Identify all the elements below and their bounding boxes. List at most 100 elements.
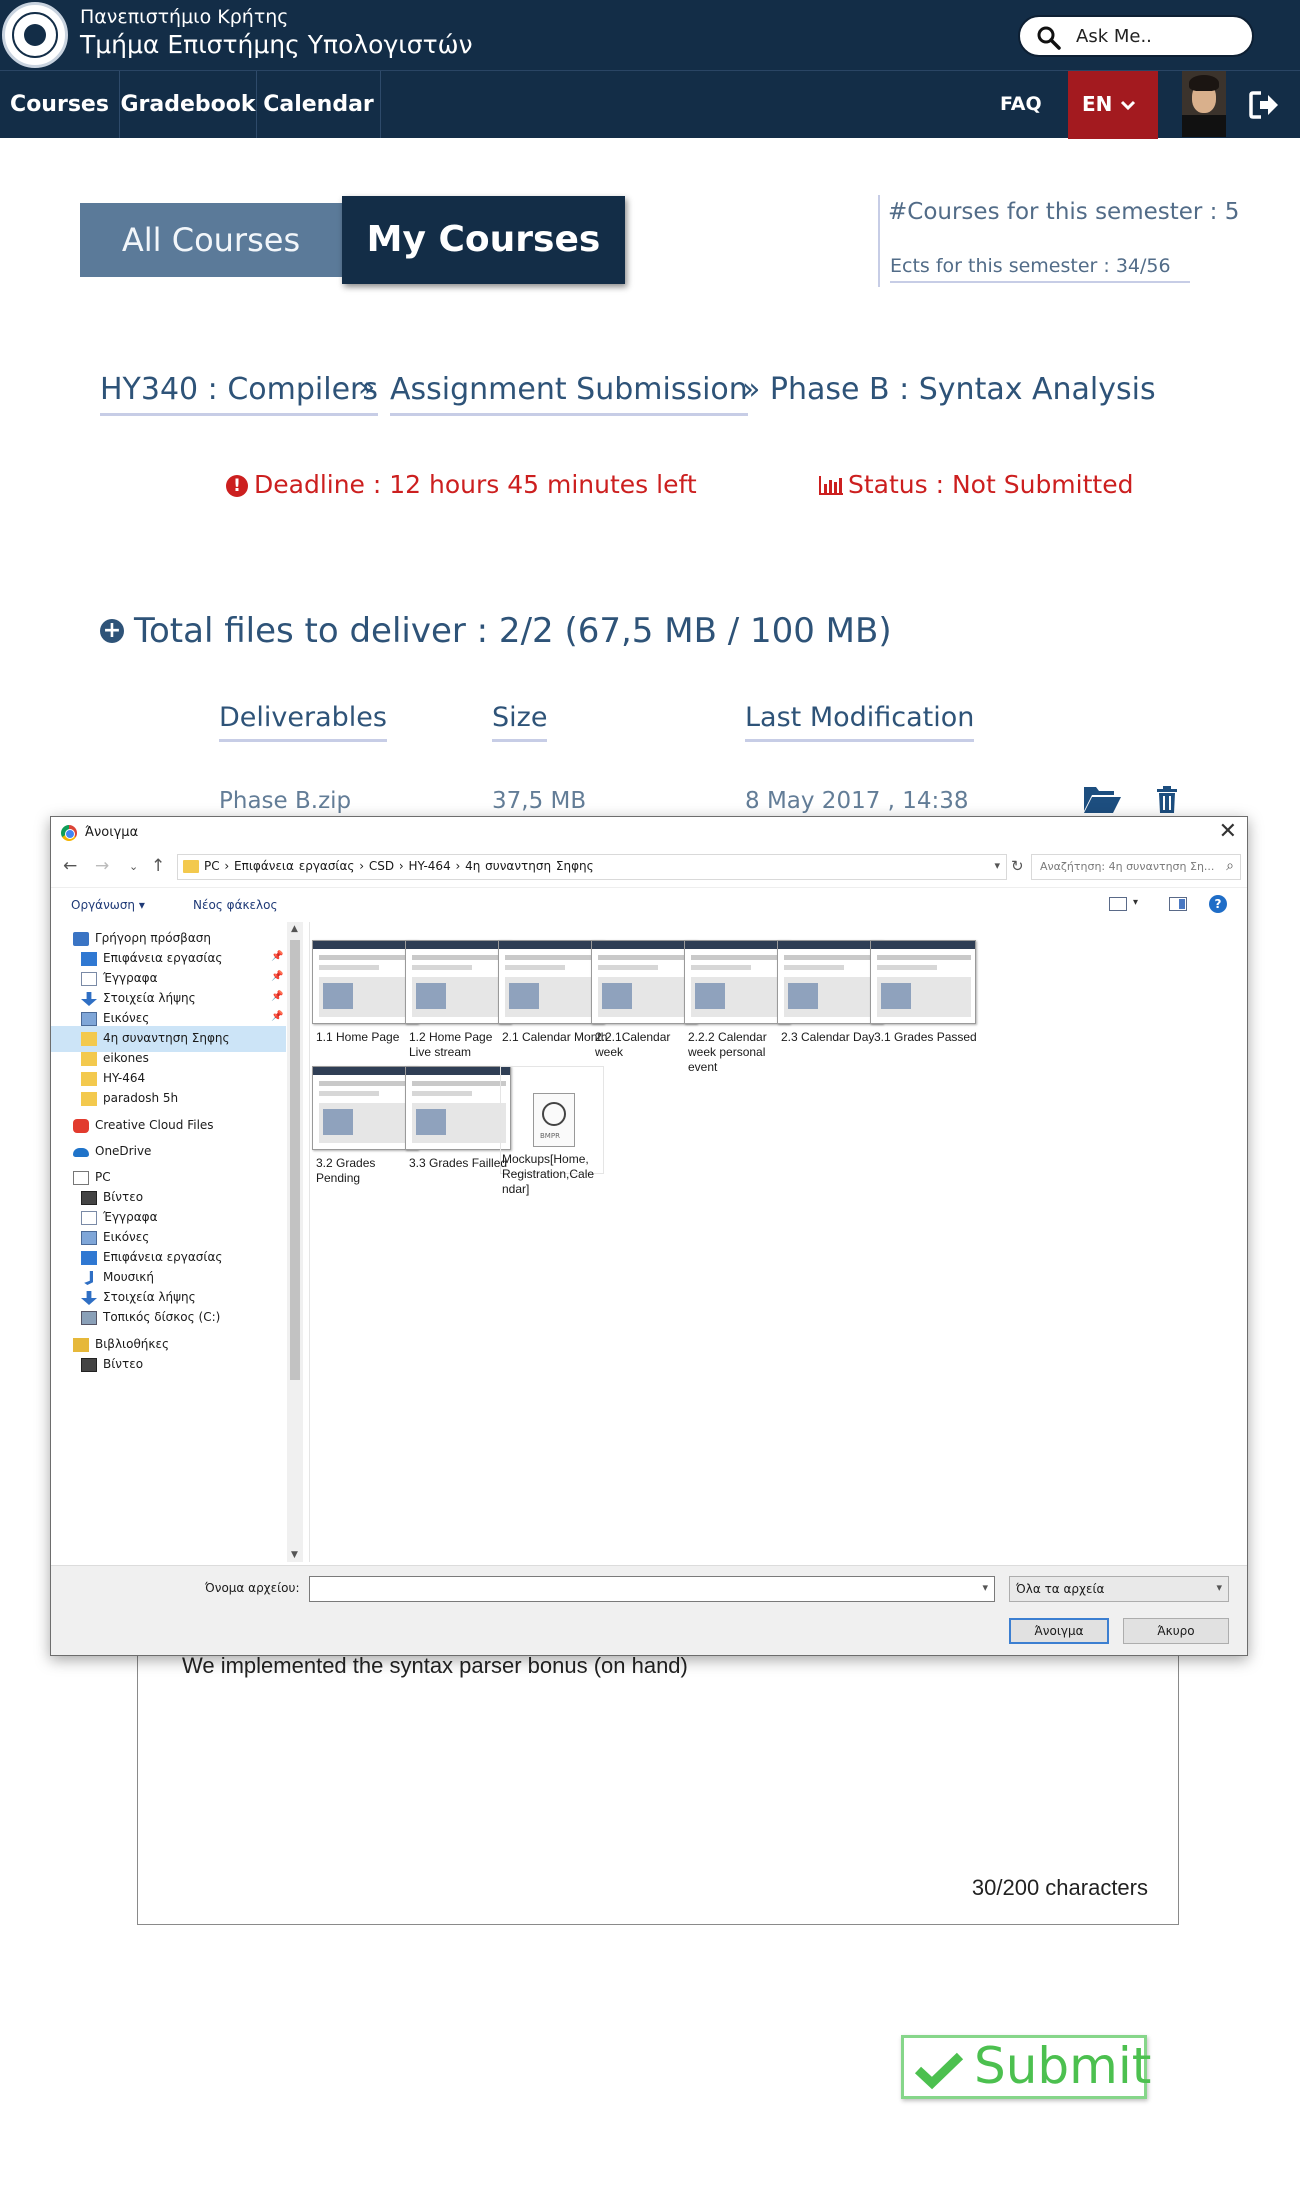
scroll-down-icon[interactable]: ▼ bbox=[291, 1550, 298, 1560]
nav-pane-scrollbar[interactable]: ▲ ▼ bbox=[287, 922, 303, 1562]
column-size[interactable]: Size bbox=[492, 702, 548, 742]
nav-pane-item-label: Εικόνες bbox=[103, 1011, 150, 1025]
submit-label: Submit bbox=[974, 2037, 1152, 2095]
open-folder-icon[interactable] bbox=[1082, 783, 1122, 815]
folder-icon bbox=[183, 860, 199, 873]
user-avatar[interactable] bbox=[1182, 71, 1226, 137]
nav-pane-item-label: Βίντεο bbox=[103, 1190, 144, 1204]
ects-count: Ects for this semester : 34/56 bbox=[890, 255, 1190, 283]
status-text: Status : Not Submitted bbox=[848, 470, 1134, 499]
submit-button[interactable]: Submit bbox=[901, 2035, 1151, 2099]
change-view-icon[interactable] bbox=[1109, 897, 1127, 911]
chevron-down-icon bbox=[1120, 100, 1136, 111]
filetype-select[interactable]: Όλα τα αρχεία ▾ bbox=[1009, 1576, 1229, 1602]
nav-pane-item[interactable]: paradosh 5h bbox=[51, 1086, 286, 1112]
breadcrumb-current-phase: » Phase B : Syntax Analysis bbox=[742, 372, 1156, 407]
file-thumbnail-label: 2.2.1Calendar week bbox=[595, 1030, 671, 1059]
recent-locations-chevron-icon[interactable]: ⌄ bbox=[129, 860, 138, 873]
language-dropdown[interactable]: EN bbox=[1068, 71, 1158, 139]
character-counter: 30/200 characters bbox=[971, 1875, 1148, 1900]
folder-icon bbox=[81, 1032, 97, 1046]
nav-pane-item-label: Στοιχεία λήψης bbox=[103, 1290, 196, 1304]
nav-calendar[interactable]: Calendar bbox=[257, 71, 381, 138]
scrollbar-thumb[interactable] bbox=[290, 940, 300, 1380]
folder-icon bbox=[81, 1092, 97, 1106]
language-label: EN bbox=[1082, 92, 1113, 116]
new-folder-button[interactable]: Νέος φάκελος bbox=[193, 898, 278, 912]
breadcrumb-separator: » bbox=[358, 370, 376, 403]
comments-text: We implemented the syntax parser bonus (… bbox=[182, 1653, 688, 1678]
trash-icon[interactable] bbox=[1156, 786, 1178, 814]
folder-icon bbox=[81, 1072, 97, 1086]
nav-pane-item[interactable]: Βίντεο bbox=[51, 1352, 286, 1378]
file-name: Phase B.zip bbox=[219, 788, 352, 814]
file-open-dialog[interactable]: Άνοιγμα ✕ ← → ⌄ ↑ PC › Επιφάνεια εργασία… bbox=[50, 816, 1248, 1656]
column-deliverables[interactable]: Deliverables bbox=[219, 702, 387, 742]
nav-pane-item[interactable]: Creative Cloud Files bbox=[51, 1113, 286, 1139]
videos-icon bbox=[81, 1191, 97, 1205]
exclamation-icon: ! bbox=[226, 475, 248, 497]
back-arrow-icon[interactable]: ← bbox=[63, 856, 77, 876]
scroll-up-icon[interactable]: ▲ bbox=[291, 924, 298, 934]
help-icon[interactable]: ? bbox=[1209, 895, 1227, 913]
address-bar[interactable]: PC › Επιφάνεια εργασίας › CSD › HY-464 ›… bbox=[177, 854, 1007, 880]
forward-arrow-icon[interactable]: → bbox=[95, 856, 109, 876]
documents-icon bbox=[81, 972, 97, 986]
nav-pane-item-label: Στοιχεία λήψης bbox=[103, 991, 196, 1005]
organize-button[interactable]: Οργάνωση ▾ bbox=[71, 898, 145, 912]
breadcrumb-assignment-link[interactable]: Assignment Submission bbox=[390, 372, 748, 416]
nav-gradebook[interactable]: Gradebook bbox=[120, 71, 257, 138]
close-icon[interactable]: ✕ bbox=[1219, 819, 1237, 844]
main-navbar: Courses Gradebook Calendar FAQ EN bbox=[0, 70, 1300, 139]
nav-pane-item[interactable]: OneDrive bbox=[51, 1139, 286, 1165]
dialog-search-input[interactable]: Αναζήτηση: 4η συναντηση Ση... ⌕ bbox=[1031, 854, 1241, 880]
file-modified: 8 May 2017 , 14:38 bbox=[745, 788, 969, 814]
filetype-value: Όλα τα αρχεία bbox=[1016, 1582, 1105, 1596]
file-thumbnail-label: 3.1 Grades Passed bbox=[874, 1030, 977, 1044]
search-icon: ⌕ bbox=[1226, 858, 1234, 874]
university-logo[interactable] bbox=[2, 2, 68, 68]
onedrive-icon bbox=[73, 1148, 89, 1157]
disk-icon bbox=[81, 1311, 97, 1325]
chevron-down-icon[interactable]: ▾ bbox=[994, 859, 1000, 872]
open-button[interactable]: Άνοιγμα bbox=[1009, 1618, 1109, 1644]
view-options-chevron-icon[interactable]: ▾ bbox=[1133, 897, 1138, 908]
tab-my-courses[interactable]: My Courses bbox=[342, 196, 625, 284]
ask-me-search[interactable]: Ask Me.. bbox=[1018, 15, 1254, 57]
nav-pane-item-label: paradosh 5h bbox=[103, 1091, 179, 1105]
nav-pane-item-label: Επιφάνεια εργασίας bbox=[103, 951, 223, 965]
tab-all-courses[interactable]: All Courses bbox=[80, 203, 342, 277]
nav-pane-item-label: Γρήγορη πρόσβαση bbox=[95, 931, 211, 945]
submission-status: Status : Not Submitted bbox=[818, 470, 1133, 499]
up-arrow-icon[interactable]: ↑ bbox=[151, 856, 165, 876]
nav-pane-item[interactable]: Τοπικός δίσκος (C:) bbox=[51, 1305, 286, 1331]
add-file-icon[interactable]: + bbox=[100, 619, 124, 643]
nav-pane-item-label: Έγγραφα bbox=[103, 971, 158, 985]
filename-label: Όνομα αρχείου: bbox=[205, 1581, 300, 1595]
breadcrumb-course-link[interactable]: HY340 : Compilers bbox=[100, 372, 378, 416]
downloads-icon bbox=[81, 992, 97, 1006]
dialog-footer: Όνομα αρχείου: ▾ Όλα τα αρχεία ▾ Άνοιγμα… bbox=[51, 1565, 1247, 1655]
pictures-icon bbox=[81, 1012, 97, 1026]
nav-courses[interactable]: Courses bbox=[0, 71, 120, 138]
screenshot-preview bbox=[498, 940, 604, 1024]
bar-chart-icon bbox=[819, 476, 843, 495]
dialog-titlebar[interactable]: Άνοιγμα ✕ bbox=[51, 817, 1247, 849]
screenshot-preview bbox=[312, 1066, 418, 1150]
filename-input[interactable]: ▾ bbox=[309, 1576, 995, 1602]
nav-faq[interactable]: FAQ bbox=[1000, 71, 1048, 138]
refresh-icon[interactable]: ↻ bbox=[1011, 857, 1024, 875]
top-header: Πανεπιστήμιο Κρήτης Τμήμα Επιστήμης Υπολ… bbox=[0, 0, 1300, 70]
total-files-header[interactable]: + Total files to deliver : 2/2 (67,5 MB /… bbox=[100, 611, 892, 651]
cancel-button[interactable]: Άκυρο bbox=[1123, 1618, 1229, 1644]
file-thumbnail-label: 1.2 Home Page Live stream bbox=[409, 1030, 493, 1059]
preview-pane-icon[interactable] bbox=[1169, 897, 1187, 911]
creative-cloud-icon bbox=[73, 1119, 89, 1133]
column-last-modification[interactable]: Last Modification bbox=[745, 702, 975, 742]
logout-icon[interactable] bbox=[1248, 89, 1280, 121]
chevron-down-icon[interactable]: ▾ bbox=[982, 1581, 988, 1594]
dialog-toolbar: Οργάνωση ▾ Νέος φάκελος ▾ ? bbox=[51, 887, 1247, 921]
pin-icon: 📌 bbox=[271, 1011, 284, 1022]
nav-pane-item-label: Τοπικός δίσκος (C:) bbox=[103, 1310, 221, 1324]
department-name: Τμήμα Επιστήμης Υπολογιστών bbox=[80, 30, 473, 59]
